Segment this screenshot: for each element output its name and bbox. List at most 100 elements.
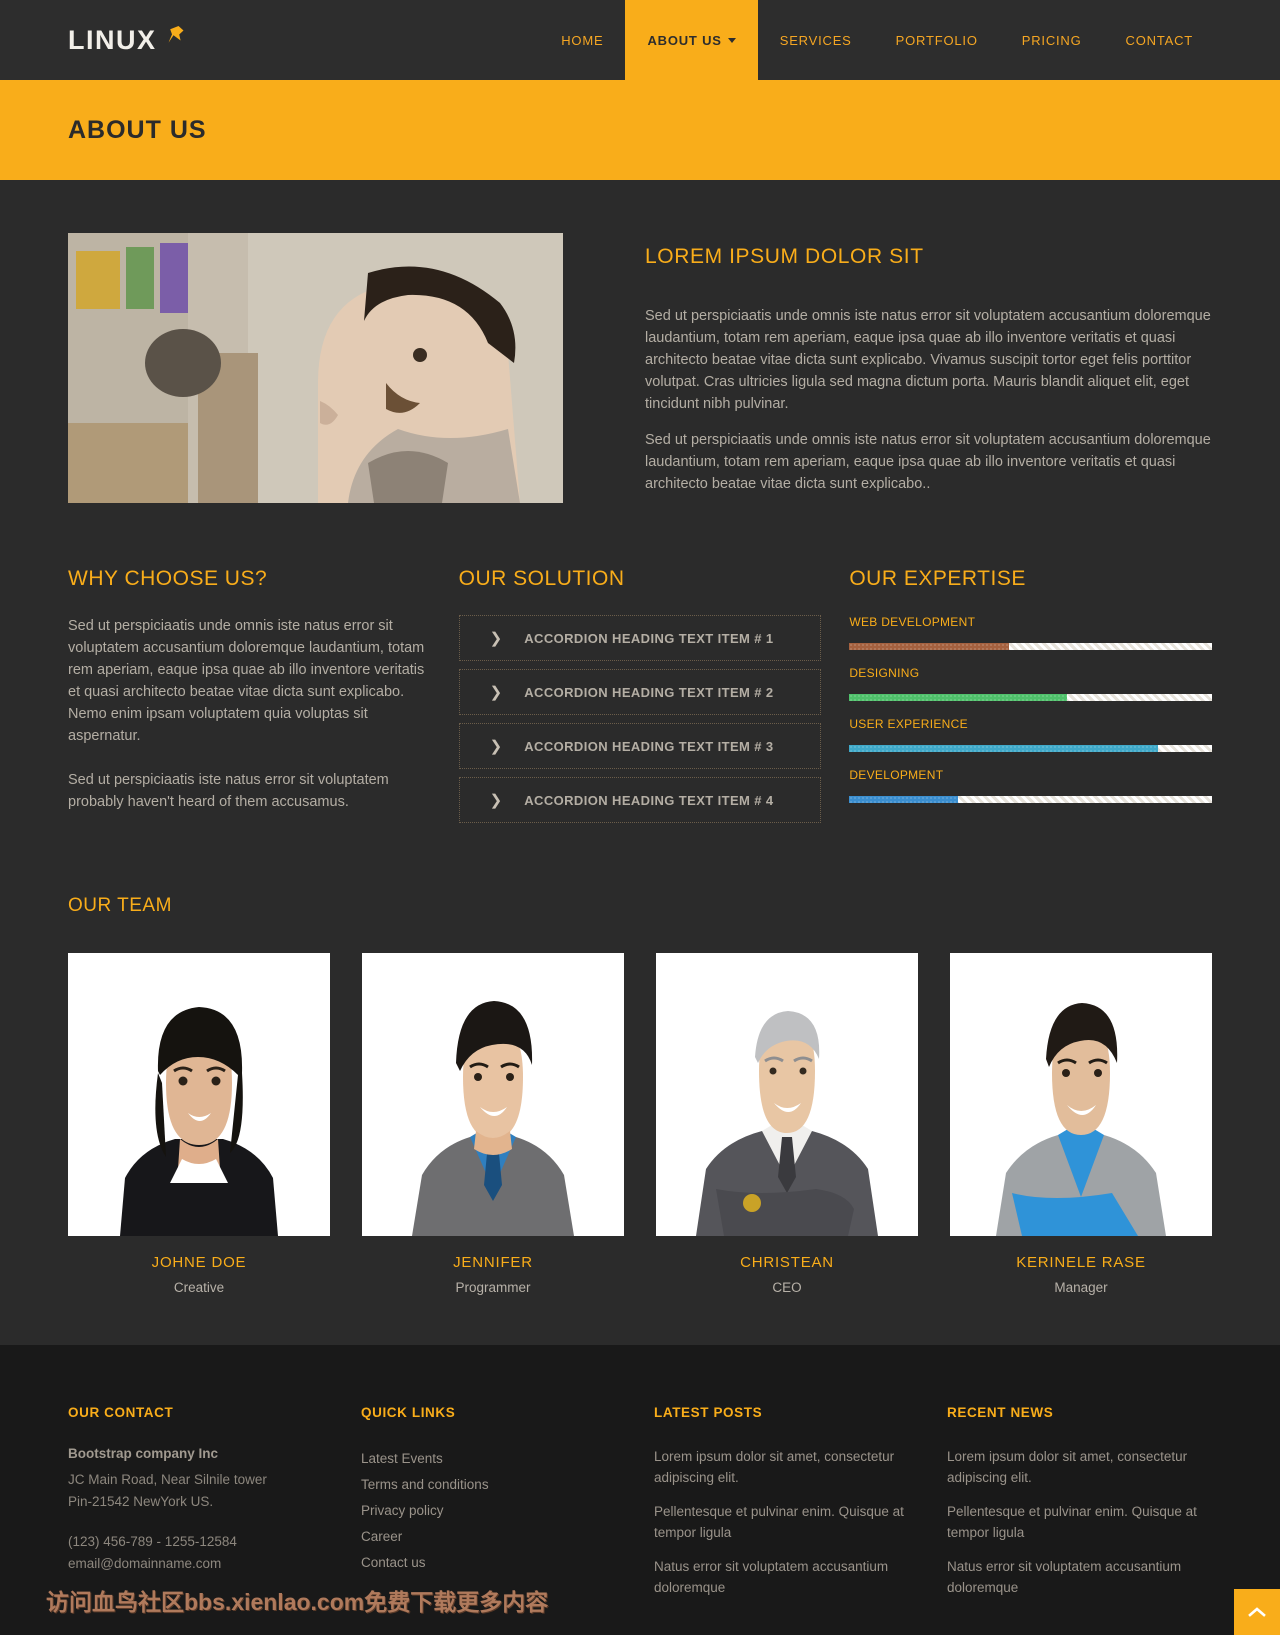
brand-name: LINUX [68,24,157,55]
intro-photo [68,233,563,503]
chevron-down-icon [727,37,736,43]
nav-label: HOME [561,32,604,48]
team-member-name: JENNIFER [453,1254,533,1271]
accordion-item-4[interactable]: ❯ ACCORDION HEADING TEXT ITEM # 4 [458,777,822,823]
team-member-photo [950,953,1212,1236]
progress-fill [849,796,959,803]
accordion-item-1[interactable]: ❯ ACCORDION HEADING TEXT ITEM # 1 [458,615,822,661]
footer-link-privacy-policy[interactable]: Privacy policy [361,1498,626,1524]
footer-recent-news-2[interactable]: Pellentesque et pulvinar enim. Quisque a… [947,1501,1212,1543]
skill-development: DEVELOPMENT [849,768,1213,803]
skill-label: USER EXPERIENCE [849,717,968,731]
page-banner: ABOUT US [0,80,1280,180]
our-team-heading: OUR TEAM [68,895,172,916]
team-member-1[interactable]: JOHNE DOE Creative [68,953,330,1295]
footer-latest-post-3[interactable]: Natus error sit voluptatem accusantium d… [654,1556,919,1598]
skill-designing: DESIGNING [849,666,1213,701]
footer-latest-posts-column: LATEST POSTS Lorem ipsum dolor sit amet,… [654,1405,919,1611]
footer-quick-links-heading: QUICK LINKS [361,1405,456,1420]
skill-web-development: WEB DEVELOPMENT [849,615,1213,650]
brand-logo[interactable]: LINUX [0,0,185,80]
pushpin-icon [167,25,185,56]
team-member-photo [656,953,918,1236]
top-navigation-bar: LINUX HOME ABOUT US SERVICES PORTFOLIO P… [0,0,1280,80]
footer-recent-news-column: RECENT NEWS Lorem ipsum dolor sit amet, … [947,1405,1212,1611]
accordion-item-label: ACCORDION HEADING TEXT ITEM # 1 [524,630,774,646]
footer-link-terms-and-conditions[interactable]: Terms and conditions [361,1472,626,1498]
intro-text: LOREM IPSUM DOLOR SIT Sed ut perspiciaat… [645,233,1212,509]
team-member-role: CEO [772,1280,802,1295]
footer-quick-links-column: QUICK LINKS Latest Events Terms and cond… [361,1405,626,1611]
our-solution-heading: OUR SOLUTION [458,567,625,590]
page-root: LINUX HOME ABOUT US SERVICES PORTFOLIO P… [0,0,1280,1635]
footer-latest-post-1[interactable]: Lorem ipsum dolor sit amet, consectetur … [654,1446,919,1488]
progress-track [849,643,1213,650]
team-member-4[interactable]: KERINELE RASE Manager [950,953,1212,1295]
chevron-right-icon: ❯ [489,791,503,809]
accordion-item-label: ACCORDION HEADING TEXT ITEM # 4 [524,792,774,808]
skill-user-experience: USER EXPERIENCE [849,717,1213,752]
why-choose-us-column: WHY CHOOSE US? Sed ut perspiciaatis unde… [68,567,431,835]
team-member-role: Creative [173,1280,225,1295]
nav-label: SERVICES [779,32,852,48]
progress-track [849,745,1213,752]
skill-label: DESIGNING [849,666,920,680]
nav-item-services[interactable]: SERVICES [758,0,874,80]
accordion-item-2[interactable]: ❯ ACCORDION HEADING TEXT ITEM # 2 [458,669,822,715]
intro-paragraph-1: Sed ut perspiciaatis unde omnis iste nat… [645,308,1211,412]
footer-address-line-1: JC Main Road, Near Silnile tower [68,1472,267,1487]
scroll-to-top-button[interactable] [1234,1589,1280,1635]
nav-item-home[interactable]: HOME [539,0,625,80]
team-member-3[interactable]: CHRISTEAN CEO [656,953,918,1295]
chevron-up-icon [1248,1607,1266,1617]
footer-link-contact-us[interactable]: Contact us [361,1550,626,1576]
nav-label: CONTACT [1125,32,1193,48]
nav-item-portfolio[interactable]: PORTFOLIO [874,0,1000,80]
why-choose-us-paragraph-2: Sed ut perspiciaatis iste natus error si… [68,772,389,810]
our-expertise-heading: OUR EXPERTISE [849,567,1026,590]
team-member-role: Programmer [455,1280,531,1295]
team-member-2[interactable]: JENNIFER Programmer [362,953,624,1295]
page-title: ABOUT US [68,115,207,144]
team-member-name: JOHNE DOE [151,1254,247,1271]
footer-recent-news-heading: RECENT NEWS [947,1405,1054,1420]
accordion: ❯ ACCORDION HEADING TEXT ITEM # 1 ❯ ACCO… [458,615,822,823]
three-column-section: WHY CHOOSE US? Sed ut perspiciaatis unde… [68,509,1213,835]
why-choose-us-heading: WHY CHOOSE US? [68,567,268,590]
footer-link-latest-events[interactable]: Latest Events [361,1446,626,1472]
progress-fill [849,745,1158,752]
footer-latest-post-2[interactable]: Pellentesque et pulvinar enim. Quisque a… [654,1501,919,1543]
footer-recent-news-3[interactable]: Natus error sit voluptatem accusantium d… [947,1556,1212,1598]
footer-recent-news-1[interactable]: Lorem ipsum dolor sit amet, consectetur … [947,1446,1212,1488]
progress-fill [849,643,1009,650]
accordion-item-label: ACCORDION HEADING TEXT ITEM # 3 [524,738,774,754]
team-member-name: KERINELE RASE [1016,1254,1146,1271]
footer-link-career[interactable]: Career [361,1524,626,1550]
our-expertise-column: OUR EXPERTISE WEB DEVELOPMENT DESIGNING … [849,567,1213,835]
footer-latest-posts-heading: LATEST POSTS [654,1405,763,1420]
accordion-item-label: ACCORDION HEADING TEXT ITEM # 2 [524,684,774,700]
intro-paragraph-2: Sed ut perspiciaatis unde omnis iste nat… [645,432,1211,492]
footer-phone: (123) 456-789 - 1255-12584 [68,1534,237,1549]
team-member-photo [362,953,624,1236]
footer-email[interactable]: email@domainname.com [68,1553,333,1575]
footer-contact-column: OUR CONTACT Bootstrap company Inc JC Mai… [68,1405,333,1611]
intro-heading: LOREM IPSUM DOLOR SIT [645,245,924,268]
accordion-item-3[interactable]: ❯ ACCORDION HEADING TEXT ITEM # 3 [458,723,822,769]
why-choose-us-paragraph-1: Sed ut perspiciaatis unde omnis iste nat… [68,618,425,744]
footer-columns: OUR CONTACT Bootstrap company Inc JC Mai… [68,1405,1212,1611]
nav-item-contact[interactable]: CONTACT [1104,0,1215,80]
our-team-section: OUR TEAM JOHNE DOE Creative JENNIFER Pro… [68,835,1212,1345]
main-content: LOREM IPSUM DOLOR SIT Sed ut perspiciaat… [0,180,1280,1345]
chevron-right-icon: ❯ [489,737,503,755]
skill-label: DEVELOPMENT [849,768,944,782]
team-member-role: Manager [1054,1280,1108,1295]
nav-menu: HOME ABOUT US SERVICES PORTFOLIO PRICING… [539,0,1280,80]
chevron-right-icon: ❯ [489,683,503,701]
progress-track [849,694,1213,701]
nav-item-about-us[interactable]: ABOUT US [625,0,758,80]
nav-item-pricing[interactable]: PRICING [1000,0,1104,80]
team-member-name: CHRISTEAN [740,1254,834,1271]
nav-label: PRICING [1021,32,1082,48]
chevron-right-icon: ❯ [489,629,503,647]
